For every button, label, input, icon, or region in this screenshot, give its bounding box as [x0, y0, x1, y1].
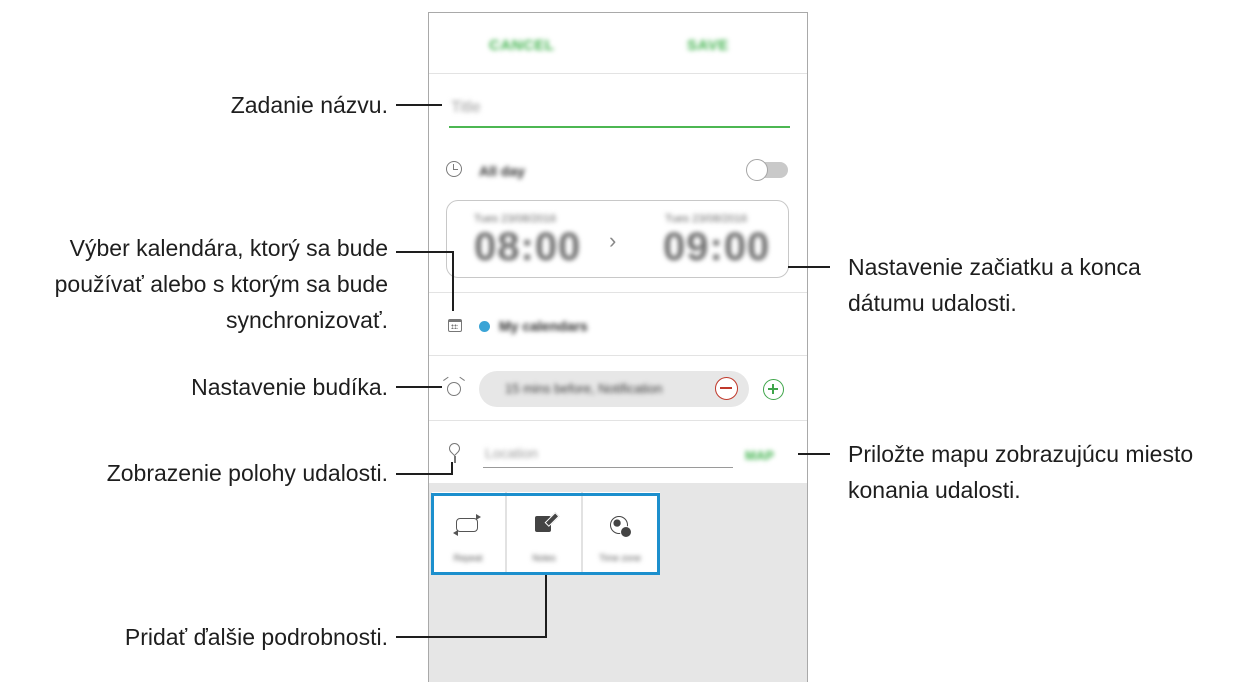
callout-line [396, 636, 547, 638]
save-button[interactable]: SAVE [687, 37, 729, 54]
callout-alarm: Nastavenie budíka. [191, 374, 388, 400]
end-date-caption: Tues 23/08/2016 [665, 213, 748, 225]
map-button[interactable]: MAP [745, 448, 774, 463]
reminder-text: 15 mins before, Notification [505, 381, 663, 396]
callout-line [788, 266, 830, 268]
callout-title: Zadanie názvu. [230, 92, 388, 118]
location-pin-icon [446, 440, 463, 457]
chevron-right-icon: › [609, 228, 617, 253]
callout-line [396, 251, 453, 253]
all-day-label: All day [479, 163, 525, 179]
toggle-knob [746, 159, 768, 181]
callout-location: Zobrazenie polohy udalosti. [106, 460, 388, 486]
title-input[interactable]: Title [451, 99, 481, 117]
callout-map-2: konania udalosti. [848, 477, 1021, 503]
callout-calendar-2: používať alebo s ktorým sa bude [54, 271, 388, 297]
location-pin-stem [454, 456, 456, 463]
start-time[interactable]: 08:00 [474, 225, 581, 270]
all-day-toggle[interactable] [746, 159, 788, 181]
callout-line [452, 251, 454, 311]
calendar-selector[interactable]: My calendars [499, 318, 588, 334]
callout-calendar-3: synchronizovať. [225, 307, 388, 333]
callout-dates-2: dátumu udalosti. [848, 290, 1017, 316]
divider [429, 420, 807, 421]
callout-line [451, 462, 453, 475]
calendar-icon [448, 319, 462, 332]
extras-highlight-box [431, 493, 660, 575]
calendar-color-dot [479, 321, 490, 332]
start-date-caption: Tues 23/08/2016 [474, 213, 557, 225]
callout-line [396, 386, 442, 388]
callout-dates-1: Nastavenie začiatku a konca [848, 254, 1141, 280]
callout-line [396, 473, 452, 475]
alarm-clock-icon [447, 382, 461, 396]
clock-icon [446, 161, 462, 177]
add-reminder-button[interactable] [763, 379, 784, 400]
callout-calendar-1: Výber kalendára, ktorý sa bude [69, 235, 388, 261]
phone-screen: CANCEL SAVE Title All day Tues 23/08/201… [428, 12, 808, 682]
location-underline [483, 467, 733, 468]
cancel-button[interactable]: CANCEL [489, 37, 555, 54]
callout-line [798, 453, 830, 455]
remove-reminder-button[interactable] [715, 377, 738, 400]
title-underline [449, 126, 790, 128]
location-input[interactable]: Location [485, 445, 538, 461]
divider [429, 292, 807, 293]
end-time[interactable]: 09:00 [663, 225, 770, 270]
divider [429, 355, 807, 356]
callout-line [396, 104, 442, 106]
callout-line [545, 575, 547, 638]
divider [429, 73, 807, 74]
callout-details: Pridať ďalšie podrobnosti. [124, 624, 388, 650]
callout-map-1: Priložte mapu zobrazujúcu miesto [848, 441, 1194, 467]
